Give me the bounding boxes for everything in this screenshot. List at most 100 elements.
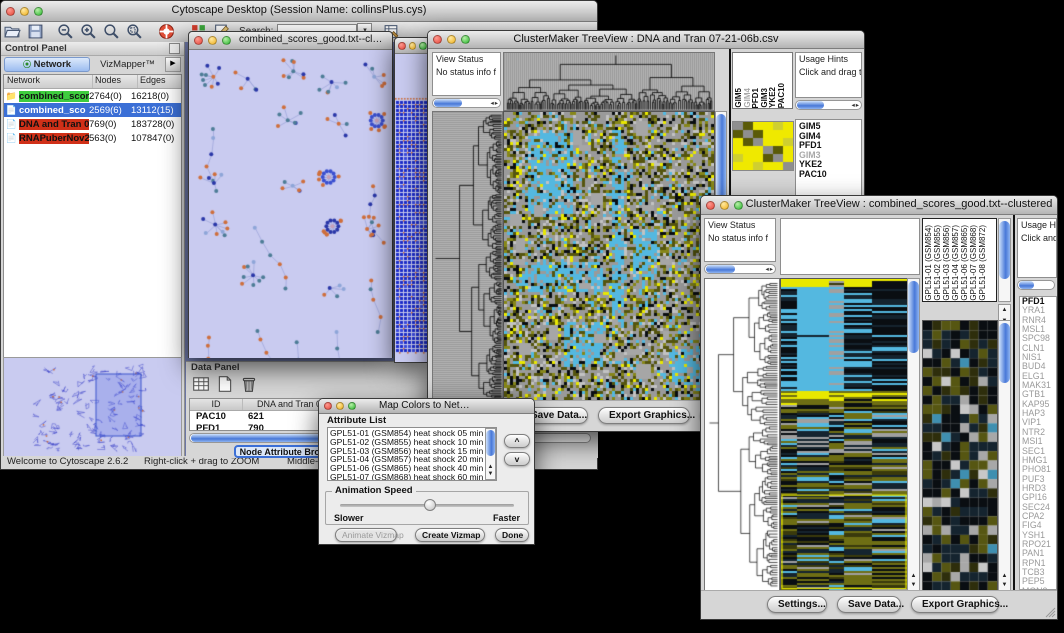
attribute-list-scrollbar[interactable]: ▲ ▼ xyxy=(485,428,496,480)
row-id: PAC10 xyxy=(190,411,248,423)
scroll-down-icon[interactable]: ▼ xyxy=(486,471,495,478)
close-button[interactable] xyxy=(6,7,15,16)
close-button[interactable] xyxy=(706,201,715,210)
combined-labels-vscrollbar[interactable] xyxy=(998,218,1011,302)
combined-column-label[interactable]: GPL51-04 (GSM857) xyxy=(951,225,960,301)
animation-speed-slider[interactable] xyxy=(340,504,514,507)
dna-column-dendrogram-canvas[interactable] xyxy=(503,52,715,111)
network-canvas[interactable] xyxy=(189,49,392,358)
minimize-button[interactable] xyxy=(409,42,417,50)
combined-row-dendrogram-canvas[interactable] xyxy=(704,278,780,591)
dna-row-label[interactable]: PAC10 xyxy=(799,170,861,180)
dna-right-hscrollbar[interactable]: ◂▸ xyxy=(795,100,862,110)
zoom-button[interactable] xyxy=(734,201,743,210)
animate-vizmap-button[interactable]: Animate Vizmap xyxy=(335,528,397,542)
zoom-button[interactable] xyxy=(461,35,470,44)
save-icon[interactable] xyxy=(27,23,44,40)
settings-button[interactable]: Settings... xyxy=(767,596,827,613)
scroll-down-icon[interactable]: ▼ xyxy=(999,582,1010,589)
tab-network[interactable]: ⦿ Network xyxy=(4,57,90,72)
dna-heatmap-canvas[interactable] xyxy=(503,111,715,401)
network-nodes: 2569(6) xyxy=(89,105,131,116)
select-attributes-icon[interactable] xyxy=(192,375,210,393)
combined-left-hscrollbar[interactable]: ◂▸ xyxy=(704,264,776,274)
network2-canvas[interactable] xyxy=(395,53,427,362)
slider-thumb[interactable] xyxy=(424,499,436,511)
combined-heatmap-canvas[interactable] xyxy=(780,278,908,591)
minimize-button[interactable] xyxy=(208,36,217,45)
zoom-selected-icon[interactable] xyxy=(126,23,143,40)
zoom-out-icon[interactable] xyxy=(57,23,74,40)
float-panel-icon[interactable] xyxy=(169,43,180,54)
create-vizmap-button[interactable]: Create Vizmap xyxy=(415,528,485,542)
network-list-row[interactable]: 📄RNAPuberNov2+!563(0)107847(0) xyxy=(4,131,181,145)
combined-zoom-vscrollbar[interactable]: ▲ ▼ xyxy=(998,320,1011,591)
export-graphics-button[interactable]: Export Graphics... xyxy=(911,596,999,613)
zoom-fit-icon[interactable] xyxy=(103,23,120,40)
close-button[interactable] xyxy=(398,42,406,50)
move-down-button[interactable]: v xyxy=(504,452,530,466)
dna-row-dendrogram-canvas[interactable] xyxy=(432,111,503,401)
main-title-bar[interactable]: Cytoscape Desktop (Session Name: collins… xyxy=(1,1,597,22)
dna-title-bar[interactable]: ClusterMaker TreeView : DNA and Tran 07-… xyxy=(428,31,864,49)
close-button[interactable] xyxy=(433,35,442,44)
dialog-title-bar[interactable]: Map Colors to Network xyxy=(319,399,534,414)
done-button[interactable]: Done xyxy=(495,528,529,542)
dna-column-label[interactable]: PAC10 xyxy=(778,83,787,108)
export-graphics-button[interactable]: Export Graphics... xyxy=(598,407,690,424)
minimize-button[interactable] xyxy=(447,35,456,44)
network-window-title-bar[interactable]: combined_scores_good.txt--cluste... xyxy=(189,32,392,50)
zoom-button[interactable] xyxy=(419,42,427,50)
delete-attribute-icon[interactable] xyxy=(240,375,258,393)
combined-right-hscrollbar[interactable] xyxy=(1017,280,1055,290)
tab-vizmapper[interactable]: VizMapper™ xyxy=(90,59,165,70)
minimize-button[interactable] xyxy=(720,201,729,210)
dna-left-hscrollbar[interactable]: ◂▸ xyxy=(432,98,501,108)
scroll-arrows-icon[interactable]: ◂▸ xyxy=(765,265,774,274)
dp-col-id[interactable]: ID xyxy=(190,399,243,410)
attribute-item[interactable]: GPL51-07 (GSM868) heat shock 60 min xyxy=(330,473,494,481)
col-header-edges[interactable]: Edges xyxy=(138,75,181,88)
open-file-icon[interactable] xyxy=(4,23,21,40)
combined-column-label[interactable]: GPL51-08 (GSM872) xyxy=(978,225,987,301)
scroll-up-icon[interactable]: ▲ xyxy=(999,573,1010,580)
scroll-up-icon[interactable]: ▲ xyxy=(999,307,1010,314)
zoom-button[interactable] xyxy=(222,36,231,45)
zoom-in-icon[interactable] xyxy=(80,23,97,40)
move-up-button[interactable]: ^ xyxy=(504,434,530,448)
close-button[interactable] xyxy=(194,36,203,45)
network-list-row[interactable]: 📄combined_sco2569(6)13112(15) xyxy=(4,103,181,117)
combined-title-bar[interactable]: ClusterMaker TreeView : combined_scores_… xyxy=(701,196,1057,215)
save-data-button[interactable]: Save Data... xyxy=(837,596,901,613)
combined-column-label[interactable]: GPL51-02 (GSM855) xyxy=(933,225,942,301)
combined-column-label[interactable]: GPL51-03 (GSM856) xyxy=(942,225,951,301)
scroll-down-icon[interactable]: ▼ xyxy=(908,582,919,589)
combined-zoom-heatmap-canvas[interactable] xyxy=(922,320,998,591)
tab-overflow-button[interactable]: ▶ xyxy=(165,57,181,72)
zoom-button[interactable] xyxy=(34,7,43,16)
attribute-list-label: Attribute List xyxy=(327,415,386,426)
help-lifering-icon[interactable] xyxy=(158,23,175,40)
zoom-button[interactable] xyxy=(348,402,356,410)
network-window2-title-bar[interactable] xyxy=(395,38,427,54)
col-header-network[interactable]: Network xyxy=(4,75,93,88)
scroll-arrows-icon[interactable]: ◂▸ xyxy=(851,101,860,110)
combined-column-label[interactable]: GPL51-01 (GSM854) xyxy=(924,225,933,301)
network-overview-canvas[interactable] xyxy=(3,357,182,457)
scroll-up-icon[interactable]: ▲ xyxy=(908,573,919,580)
minimize-button[interactable] xyxy=(336,402,344,410)
network-list-row[interactable]: 📄DNA and Tran 07769(0)183728(0) xyxy=(4,117,181,131)
close-button[interactable] xyxy=(324,402,332,410)
minimize-button[interactable] xyxy=(20,7,29,16)
combined-column-label[interactable]: GPL51-06 (GSM865) xyxy=(960,225,969,301)
new-attribute-icon[interactable] xyxy=(216,375,234,393)
resize-grip-icon[interactable] xyxy=(1044,606,1056,618)
scroll-up-icon[interactable]: ▲ xyxy=(486,464,495,471)
dna-selected-cluster-heatmap[interactable] xyxy=(732,121,794,171)
network-list-row[interactable]: 📁combined_scores2764(0)16218(0) xyxy=(4,89,181,103)
combined-column-label[interactable]: GPL51-07 (GSM868) xyxy=(969,225,978,301)
col-header-nodes[interactable]: Nodes xyxy=(93,75,138,88)
attribute-list[interactable]: GPL51-01 (GSM854) heat shock 05 minGPL51… xyxy=(327,427,497,481)
scroll-arrows-icon[interactable]: ◂▸ xyxy=(490,99,499,108)
combined-heatmap-vscrollbar[interactable]: ▲ ▼ xyxy=(907,278,920,591)
